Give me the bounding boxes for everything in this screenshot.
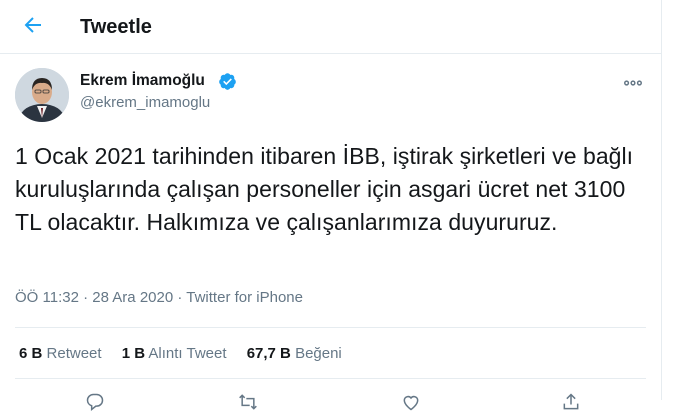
- more-icon[interactable]: [622, 72, 644, 94]
- meta-separator: ·: [177, 289, 183, 306]
- page-header: Tweetle: [0, 0, 661, 54]
- meta-separator: ·: [83, 289, 89, 306]
- tweet-meta: ÖÖ 11:32 · 28 Ara 2020 · Twitter for iPh…: [15, 289, 303, 306]
- retweet-count: 6 B: [19, 345, 43, 362]
- retweet-label: Retweet: [46, 345, 102, 362]
- like-icon[interactable]: [400, 392, 422, 412]
- like-label: Beğeni: [295, 345, 342, 362]
- page-title: Tweetle: [80, 16, 152, 38]
- tweet-time[interactable]: ÖÖ 11:32: [15, 289, 79, 306]
- retweet-stat[interactable]: 6 B Retweet: [19, 345, 102, 362]
- quote-label: Alıntı Tweet: [148, 345, 227, 362]
- share-icon[interactable]: [560, 392, 582, 412]
- tweet-stats: 6 B Retweet 1 B Alıntı Tweet 67,7 B Beğe…: [19, 345, 358, 362]
- like-stat[interactable]: 67,7 B Beğeni: [247, 345, 342, 362]
- avatar-image: [15, 68, 69, 122]
- author-name[interactable]: Ekrem İmamoğlu: [80, 72, 205, 90]
- retweet-icon[interactable]: [237, 392, 259, 412]
- like-count: 67,7 B: [246, 345, 291, 362]
- tweet-source[interactable]: Twitter for iPhone: [186, 289, 303, 306]
- tweet-text: 1 Ocak 2021 tarihinden itibaren İBB, işt…: [15, 143, 634, 235]
- divider: [15, 327, 646, 328]
- avatar[interactable]: [15, 68, 69, 122]
- tweet-detail-panel: Tweetle Ekrem İmamoğlu @ekrem_imamoglu 1…: [0, 0, 662, 412]
- quote-count: 1 B: [121, 345, 146, 362]
- divider: [15, 378, 646, 379]
- reply-icon[interactable]: [84, 392, 106, 412]
- tweet-date[interactable]: 28 Ara 2020: [92, 289, 173, 306]
- quote-stat[interactable]: 1 B Alıntı Tweet: [122, 345, 227, 362]
- verified-badge-icon: [219, 73, 236, 90]
- author-handle[interactable]: @ekrem_imamoglu: [80, 94, 210, 111]
- back-arrow-icon[interactable]: [21, 13, 45, 37]
